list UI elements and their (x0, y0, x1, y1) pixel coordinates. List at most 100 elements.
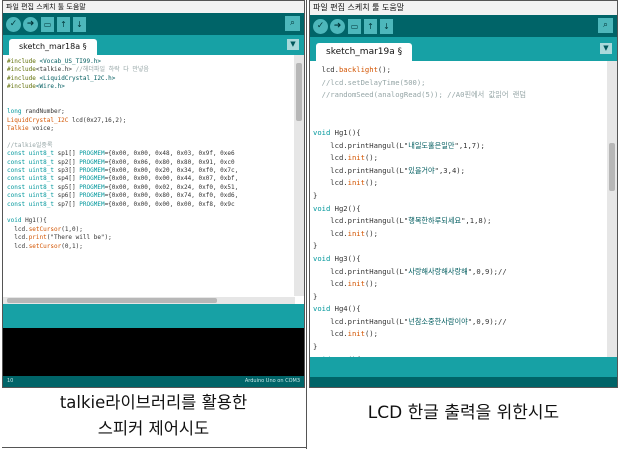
code-token: LiquidCrystal_I2C (7, 116, 73, 124)
code-line: lcd.setCursor(0,1); (7, 243, 292, 251)
save-button[interactable]: ↓ (73, 16, 86, 32)
upload-button[interactable]: ➜ (330, 18, 345, 34)
code-line: const uint8_t sp3[] PROGMEM={0x00, 0x00,… (7, 167, 292, 175)
code-token: PROGMEM (79, 158, 105, 166)
code-token: const uint8_t (7, 183, 58, 191)
code-line: lcd.backlight(); (313, 64, 605, 77)
left-tab-bar: sketch_mar18a § ▼ (3, 35, 304, 55)
code-line: //randomSeed(analogRead(5)); //A0핀에서 값읽어… (313, 89, 605, 102)
code-token: lcd. (313, 65, 339, 74)
code-token: randNumber; (25, 108, 65, 116)
code-line: lcd.init(); (313, 152, 605, 165)
left-status-bar (3, 304, 304, 328)
tab-menu-button[interactable]: ▼ (600, 43, 612, 54)
left-vertical-scrollbar[interactable] (294, 55, 304, 296)
left-caption-line1: talkie라이브러리를 활용한 (59, 393, 248, 412)
code-token: 사랑해사랑해사랑해 (408, 266, 468, 276)
right-ide-window: 파일 편집 스케치 툴 도움말 ✓ ➜ ▭ ↑ ↓ ⌕ sketch_mar19… (309, 0, 618, 388)
code-line: const uint8_t sp4[] PROGMEM={0x00, 0x00,… (7, 175, 292, 183)
code-token: lcd.printHangul(L" (313, 216, 409, 226)
right-vertical-scroll-thumb[interactable] (609, 143, 615, 191)
right-console (310, 377, 617, 387)
left-caption: talkie라이브러리를 활용한 스피커 제어시도 (2, 390, 305, 442)
new-button[interactable]: ▭ (348, 18, 361, 34)
magnifier-icon: ⌕ (602, 20, 609, 30)
code-token: (); (377, 65, 391, 74)
code-token: 있을거야 (408, 165, 435, 175)
code-token: (0,1); (61, 242, 83, 250)
left-sketch-tab[interactable]: sketch_mar18a § (9, 39, 97, 55)
serial-monitor-button[interactable]: ⌕ (285, 16, 300, 31)
code-line: lcd.init(); (313, 228, 605, 241)
code-token: ={0x00, 0x00, 0x48, 0x03, 0x9f, 0xe6 (104, 150, 235, 158)
save-arrow-down-icon: ↓ (76, 19, 83, 29)
left-horizontal-scroll-thumb[interactable] (7, 298, 217, 303)
code-line: //talkie일중록 (7, 142, 292, 150)
code-line: lcd.printHangul(L"있을거야",3,4); (313, 165, 605, 178)
arrow-right-icon: ➜ (333, 20, 342, 31)
code-token: lcd. (7, 234, 29, 242)
code-token: void (7, 217, 26, 225)
frame-divider (306, 0, 307, 449)
code-token: #include (7, 74, 40, 82)
code-token: lcd. (313, 228, 348, 238)
code-line: } (313, 240, 605, 253)
code-token: sp7[] (57, 200, 80, 208)
code-token: long (7, 108, 26, 116)
code-token: (); (364, 329, 378, 339)
code-token: sp2[] (57, 158, 80, 166)
verify-button[interactable]: ✓ (313, 18, 328, 34)
new-button[interactable]: ▭ (41, 16, 54, 32)
code-token: init (347, 153, 365, 163)
code-token: void (313, 355, 335, 357)
code-token: const uint8_t (7, 150, 58, 158)
code-token: #include (7, 83, 36, 91)
code-token: lcd.printHangul(L" (313, 316, 409, 326)
right-toolbar: ✓ ➜ ▭ ↑ ↓ ⌕ (310, 15, 617, 37)
left-vertical-scroll-thumb[interactable] (296, 63, 302, 121)
serial-monitor-button[interactable]: ⌕ (598, 18, 613, 33)
open-button[interactable]: ↑ (364, 18, 377, 34)
right-sketch-tab[interactable]: sketch_mar19a § (316, 43, 413, 61)
save-button[interactable]: ↓ (380, 18, 393, 34)
tab-menu-button[interactable]: ▼ (287, 39, 299, 50)
code-token: 행복한하루되세요 (408, 216, 462, 226)
left-code-editor[interactable]: #include <Vocab_US_TI99.h> #include<talki… (3, 55, 304, 304)
check-icon: ✓ (316, 20, 325, 31)
code-line: } (313, 190, 605, 203)
code-token: } (313, 291, 318, 301)
screenshot-composite: 파일 편집 스케치 툴 도움말 ✓ ➜ ▭ ↑ ↓ ⌕ sketch_mar18… (0, 0, 620, 449)
open-button[interactable]: ↑ (57, 16, 70, 32)
code-token: ",1,7); (454, 140, 485, 150)
code-token: PROGMEM (79, 175, 105, 183)
code-line: lcd.init(); (313, 177, 605, 190)
left-horizontal-scrollbar[interactable] (3, 297, 295, 304)
code-token: ={0x00, 0x00, 0x02, 0x24, 0xf0, 0x51, (104, 183, 239, 191)
code-line: lcd.init(); (313, 278, 605, 291)
right-code-editor[interactable]: lcd.backlight(); //lcd.setDelayTime(500)… (310, 61, 617, 357)
verify-button[interactable]: ✓ (6, 16, 21, 32)
code-token: setCursor (28, 242, 62, 250)
code-token: (); (364, 279, 378, 289)
right-menu-bar[interactable]: 파일 편집 스케치 툴 도움말 (310, 1, 617, 15)
code-token: lcd. (7, 225, 29, 233)
code-line: } (313, 291, 605, 304)
code-token: lcd. (313, 178, 348, 188)
code-token: Hg1(){ (334, 127, 361, 137)
code-token: PROGMEM (79, 150, 105, 158)
code-token: Hg3(){ (334, 253, 361, 263)
code-line: const uint8_t sp6[] PROGMEM={0x00, 0x00,… (7, 192, 292, 200)
frame-bottom-left (2, 447, 307, 448)
upload-button[interactable]: ➜ (23, 16, 38, 32)
line-number: 10 (7, 378, 14, 384)
code-token: const uint8_t (7, 175, 58, 183)
code-token: } (313, 241, 318, 251)
code-token: sp3[] (57, 167, 80, 175)
left-menu-bar[interactable]: 파일 편집 스케치 툴 도움말 (3, 1, 304, 13)
code-token: Hg5(){ (335, 355, 361, 357)
code-line: lcd.printHangul(L"내일도홀은일만",1,7); (313, 140, 605, 153)
right-vertical-scrollbar[interactable] (607, 61, 617, 357)
code-token: sp1[] (57, 150, 80, 158)
